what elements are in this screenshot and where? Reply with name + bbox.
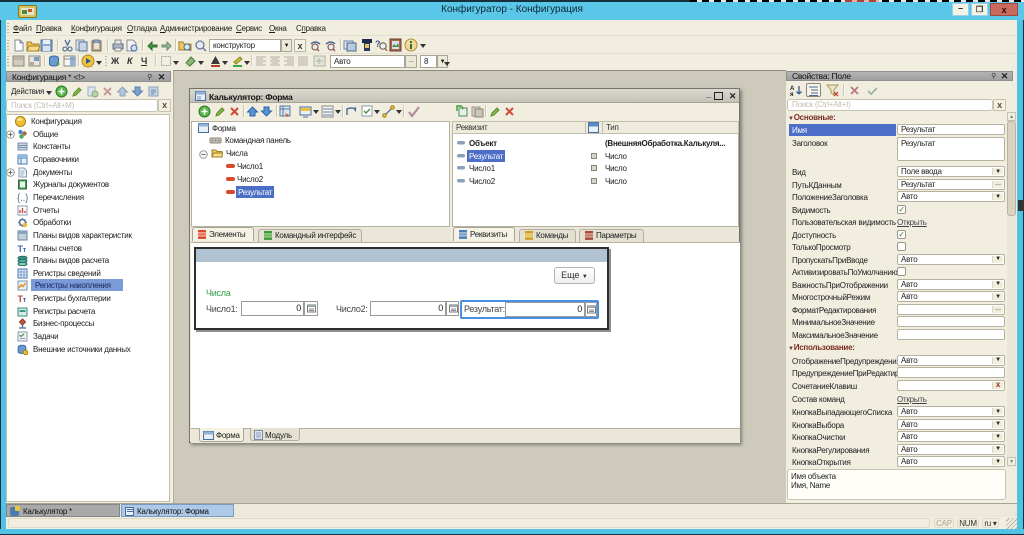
svg-text:?: ? xyxy=(375,39,380,49)
svg-text:я: я xyxy=(790,92,794,97)
svg-text:Тт: Тт xyxy=(18,294,27,304)
svg-text:{..}: {..} xyxy=(17,193,28,203)
svg-text:Тт: Тт xyxy=(18,244,27,254)
